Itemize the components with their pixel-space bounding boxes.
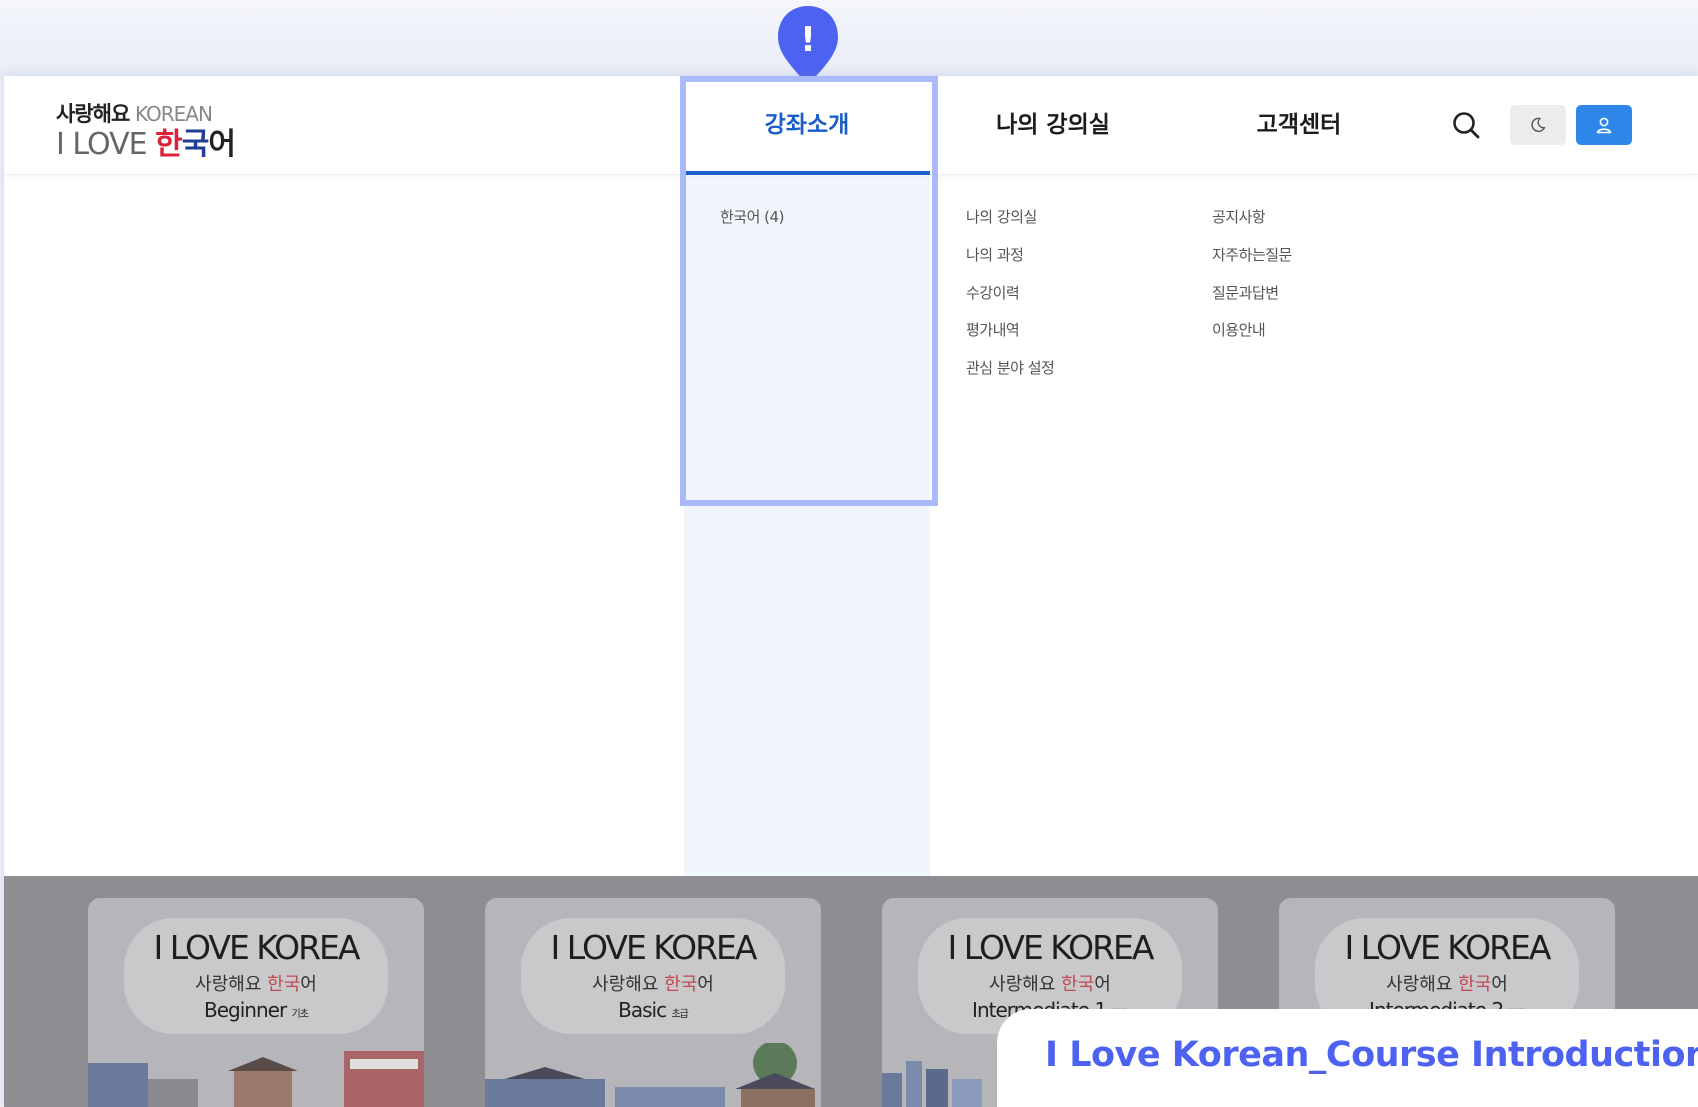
- city-illustration: [485, 1043, 815, 1107]
- card-title: I LOVE KOREA: [947, 928, 1155, 967]
- menu-link-evaluation[interactable]: 평가내역: [966, 319, 1020, 340]
- highlight-box: [680, 76, 938, 506]
- menu-link-interest-settings[interactable]: 관심 분야 설정: [966, 357, 1055, 378]
- site-logo[interactable]: 사랑해요 KOREAN I LOVE 한국어: [56, 98, 236, 162]
- card-title: I LOVE KOREA: [153, 928, 361, 967]
- menu-link-notice[interactable]: 공지사항: [1212, 206, 1266, 227]
- background-top: [0, 0, 1698, 80]
- nav-my-classroom[interactable]: 나의 강의실: [930, 76, 1176, 175]
- moon-icon: [1531, 117, 1546, 132]
- search-icon[interactable]: [1452, 111, 1480, 139]
- menu-link-course-history[interactable]: 수강이력: [966, 282, 1020, 303]
- card-level: Basic 초급: [618, 998, 689, 1022]
- course-card-beginner[interactable]: I LOVE KOREA 사랑해요 한국어 Beginner 기초: [88, 898, 424, 1107]
- card-subtitle: 사랑해요 한국어: [1386, 974, 1508, 995]
- card-subtitle: 사랑해요 한국어: [195, 974, 317, 995]
- dark-mode-button[interactable]: [1510, 105, 1566, 145]
- logo-line-2: I LOVE 한국어: [56, 127, 236, 162]
- callout-marker: !: [800, 20, 816, 60]
- user-login-button[interactable]: [1576, 105, 1632, 145]
- nav-customer-center[interactable]: 고객센터: [1176, 76, 1422, 175]
- card-title: I LOVE KOREA: [550, 928, 758, 967]
- menu-link-usage-guide[interactable]: 이용안내: [1212, 319, 1266, 340]
- card-level: Beginner 기초: [204, 998, 309, 1022]
- logo-line-1: 사랑해요 KOREAN: [56, 102, 213, 126]
- card-subtitle: 사랑해요 한국어: [592, 974, 714, 995]
- course-card-basic[interactable]: I LOVE KOREA 사랑해요 한국어 Basic 초급: [485, 898, 821, 1107]
- menu-link-faq[interactable]: 자주하는질문: [1212, 244, 1292, 265]
- user-icon: [1596, 117, 1612, 134]
- caption-banner: I Love Korean_Course Introduction: [997, 1009, 1698, 1107]
- caption-text: I Love Korean_Course Introduction: [1045, 1035, 1698, 1075]
- menu-link-my-course[interactable]: 나의 과정: [966, 244, 1024, 265]
- screenshot-frame: 사랑해요 KOREAN I LOVE 한국어 강좌소개 나의 강의실 고객센터 …: [4, 76, 1698, 1107]
- city-illustration: [88, 1051, 424, 1107]
- menu-link-qna[interactable]: 질문과답변: [1212, 282, 1279, 303]
- card-title: I LOVE KOREA: [1344, 928, 1552, 967]
- menu-link-my-classroom[interactable]: 나의 강의실: [966, 206, 1037, 227]
- card-subtitle: 사랑해요 한국어: [989, 974, 1111, 995]
